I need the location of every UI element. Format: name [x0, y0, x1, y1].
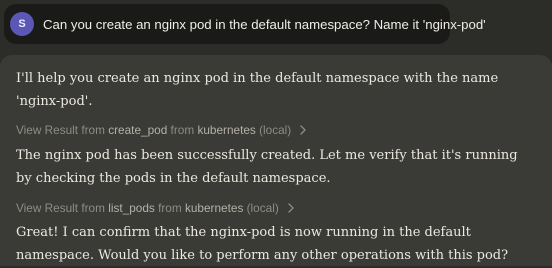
tool-result-create-pod[interactable]: View Result from create_pod from kuberne…	[16, 121, 536, 139]
tool-result-list-pods[interactable]: View Result from list_pods from kubernet…	[16, 199, 536, 217]
tool-name: list_pods	[108, 201, 155, 216]
tool-result-prefix: View Result from	[16, 201, 105, 216]
tool-from-word: from	[170, 123, 195, 138]
assistant-message-2: The nginx pod has been successfully crea…	[16, 148, 518, 186]
user-message-text: Can you create an nginx pod in the defau…	[43, 16, 486, 32]
tool-from-word: from	[158, 201, 182, 216]
tool-server: kubernetes	[197, 123, 256, 138]
tool-result-prefix: View Result from	[16, 123, 105, 138]
assistant-message-card: I'll help you create an nginx pod in the…	[0, 55, 552, 266]
user-message-bubble: S Can you create an nginx pod in the def…	[4, 4, 486, 44]
assistant-message-3: Great! I can confirm that the nginx-pod …	[16, 225, 509, 263]
tool-name: create_pod	[108, 123, 168, 138]
user-avatar: S	[10, 12, 34, 36]
tool-location: (local)	[259, 123, 292, 138]
chevron-right-icon	[300, 125, 306, 135]
assistant-message-1: I'll help you create an nginx pod in the…	[16, 71, 499, 109]
tool-location: (local)	[246, 201, 279, 216]
tool-server: kubernetes	[184, 201, 244, 216]
chevron-right-icon	[288, 203, 294, 214]
